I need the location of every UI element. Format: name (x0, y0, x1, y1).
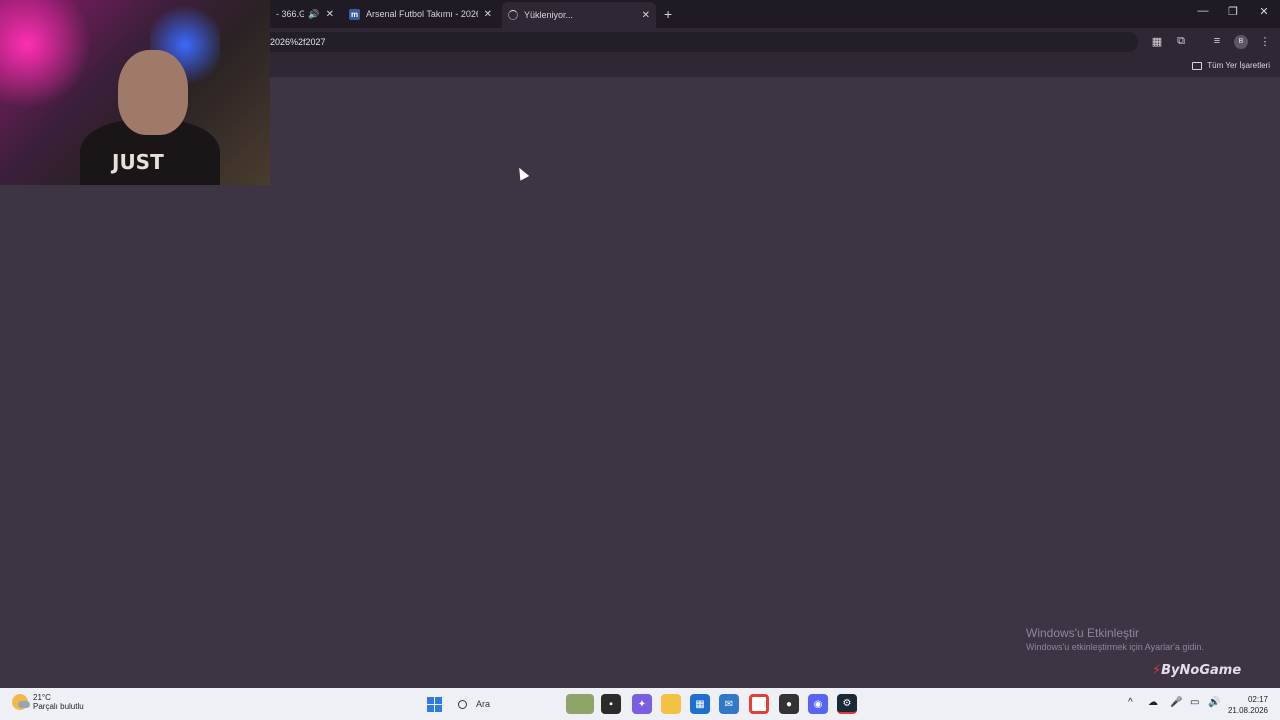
all-bookmarks-button[interactable]: Tüm Yer İşaretleri (1192, 61, 1270, 70)
system-clock[interactable]: 02:17 21.08.2026 (1228, 694, 1268, 716)
microphone-icon[interactable]: 🎤 (1170, 697, 1182, 708)
activation-subtitle: Windows'u etkinleştirmek için Ayarlar'a … (1026, 642, 1204, 652)
mouse-cursor-icon (514, 165, 530, 181)
windows-activation-watermark: Windows'u Etkinleştir Windows'u etkinleş… (1026, 626, 1204, 652)
close-icon[interactable]: ✕ (642, 10, 650, 21)
windows-taskbar: 21°C Parçalı bulutlu Ara ▪ ✦ ▦ ✉ ● ◉ ⚙ ^… (0, 688, 1280, 720)
volume-icon[interactable]: 🔊 (1208, 697, 1220, 708)
weather-temp: 21°C (33, 693, 51, 702)
chrome-icon[interactable] (749, 694, 769, 714)
loading-spinner-icon (508, 10, 518, 20)
media-control-icon[interactable]: ≡ (1210, 35, 1224, 47)
tab-title: Arsenal Futbol Takımı - 2026/20 (366, 9, 478, 19)
show-hidden-icons-icon[interactable]: ^ (1128, 697, 1133, 708)
folder-icon (1192, 61, 1203, 70)
clock-time: 02:17 (1247, 695, 1268, 704)
qr-code-icon[interactable]: ▦ (1150, 35, 1164, 48)
new-tab-button[interactable]: + (664, 6, 672, 22)
steam-icon[interactable]: ⚙ (837, 694, 857, 714)
tab-title: - 366.Gü (276, 9, 305, 19)
clock-date: 21.08.2026 (1227, 706, 1268, 715)
stream-brand-logo: ⚡ByNoGame (1152, 663, 1241, 678)
site-favicon-icon: m (349, 8, 360, 20)
extensions-icon[interactable]: ⧉ (1174, 35, 1188, 48)
address-bar[interactable]: 2026%2f2027 (262, 32, 1138, 52)
file-explorer-icon[interactable] (661, 694, 681, 714)
task-view-icon[interactable]: ▪ (601, 694, 621, 714)
search-placeholder: Ara (476, 699, 491, 709)
app-icon[interactable]: ● (779, 694, 799, 714)
activation-title: Windows'u Etkinleştir (1026, 626, 1139, 640)
start-button[interactable] (424, 694, 444, 714)
outlook-icon[interactable]: ✉ (719, 694, 739, 714)
profile-avatar[interactable]: B (1234, 35, 1248, 49)
webcam-light (0, 0, 90, 110)
brand-name: ByNoGame (1161, 663, 1242, 678)
webcam-person-head (118, 50, 188, 135)
partly-cloudy-icon (12, 694, 30, 710)
restore-button[interactable]: ❐ (1226, 5, 1240, 18)
close-icon[interactable]: ✕ (326, 9, 334, 20)
all-bookmarks-label: Tüm Yer İşaretleri (1207, 61, 1270, 70)
speaker-icon[interactable]: 🔊 (308, 9, 319, 20)
tab-title: Yükleniyor... (524, 10, 574, 20)
close-window-button[interactable]: ✕ (1257, 5, 1271, 18)
discord-icon[interactable]: ◉ (808, 694, 828, 714)
tab-loading[interactable]: Yükleniyor... ✕ (502, 2, 656, 28)
close-icon[interactable]: ✕ (484, 9, 492, 20)
store-icon[interactable]: ▦ (690, 694, 710, 714)
copilot-icon[interactable]: ✦ (632, 694, 652, 714)
tab-arsenal[interactable]: m Arsenal Futbol Takımı - 2026/20 ✕ (343, 4, 498, 24)
webcam-overlay: JUST (0, 0, 270, 185)
tab-audio[interactable]: - 366.Gü 🔊 ✕ (270, 4, 340, 24)
weather-condition: Parçalı bulutlu (33, 702, 84, 711)
windows-logo-icon (426, 696, 442, 712)
search-icon (458, 699, 467, 709)
search-highlight-icon[interactable] (566, 694, 594, 714)
minimize-button[interactable]: — (1196, 5, 1210, 17)
menu-icon[interactable]: ⋮ (1258, 35, 1272, 48)
webcam-shirt-text: JUST (112, 150, 164, 174)
brand-mark-icon: ⚡ (1152, 663, 1162, 678)
onedrive-icon[interactable]: ☁ (1148, 697, 1158, 708)
url-text: 2026%2f2027 (270, 37, 326, 47)
weather-widget[interactable]: 21°C Parçalı bulutlu (12, 693, 84, 711)
network-icon[interactable]: ▭ (1190, 697, 1199, 708)
